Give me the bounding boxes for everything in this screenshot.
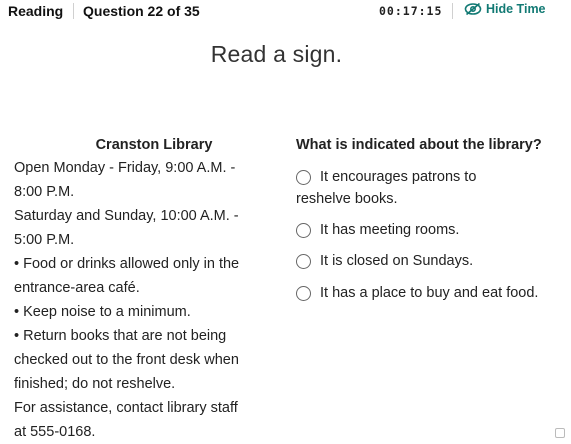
hide-time-label: Hide Time [486,2,546,16]
section-title: Reading [8,3,64,19]
option-label: It has a place to buy and eat food. [320,285,539,301]
option-label: It has meeting rooms. [320,222,460,238]
radio-button[interactable] [296,223,311,238]
timer-divider [452,3,453,19]
question-panel: What is indicated about the library? It … [296,136,571,301]
passage-line: • Return books that are not being [14,328,227,344]
instruction-heading: Read a sign. [210,41,343,67]
question-text: What is indicated about the library? [296,137,542,153]
option-label: It encourages patrons to [320,169,477,185]
passage-line: entrance-area café. [14,280,140,296]
question-counter: Question 22 of 35 [83,3,200,19]
resize-handle[interactable] [555,428,565,438]
passage-line: • Keep noise to a minimum. [14,304,191,320]
answer-option-4[interactable]: It has a place to buy and eat food. [296,282,538,304]
answer-option-2[interactable]: It has meeting rooms. [296,219,459,241]
passage-line: 5:00 P.M. [14,232,75,248]
hide-time-button[interactable]: Hide Time [464,2,546,16]
radio-button[interactable] [296,286,311,301]
top-bar: Reading Question 22 of 35 00:17:15 Hide … [0,0,571,22]
passage-line: checked out to the front desk when [14,352,239,368]
radio-button[interactable] [296,254,311,269]
passage-title: Cranston Library [95,137,213,153]
answer-option-3[interactable]: It is closed on Sundays. [296,250,473,272]
passage-line: 8:00 P.M. [14,184,75,200]
passage-line: finished; do not reshelve. [14,376,176,392]
radio-button[interactable] [296,170,311,185]
passage-line: For assistance, contact library staff [14,400,238,416]
header-divider [73,3,74,19]
option-label-continued: reshelve books. [296,191,398,207]
passage-line: • Food or drinks allowed only in the [14,256,240,272]
timer: 00:17:15 [379,4,443,18]
answer-option-1[interactable]: It encourages patrons to reshelve books. [296,166,571,210]
option-label: It is closed on Sundays. [320,253,474,269]
passage-line: Saturday and Sunday, 10:00 A.M. - [14,208,239,224]
passage-line: Open Monday - Friday, 9:00 A.M. - [14,160,236,176]
sign-passage: Cranston Library Open Monday - Friday, 9… [14,136,284,444]
passage-line: at 555-0168. [14,424,96,440]
eye-slash-icon [464,2,482,16]
